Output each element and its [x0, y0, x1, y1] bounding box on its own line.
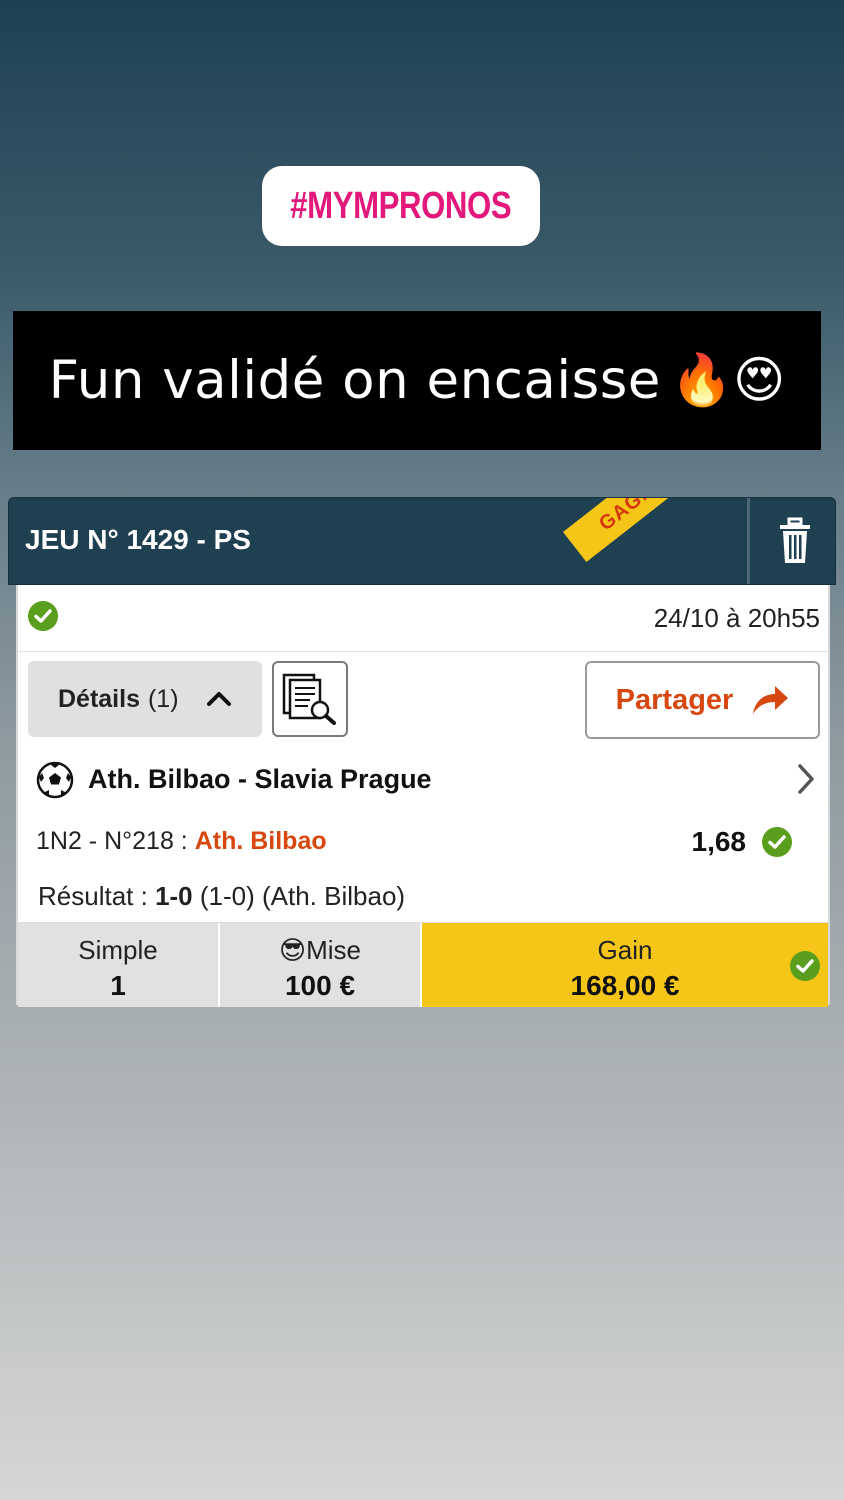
chevron-right-icon — [798, 764, 814, 794]
bet-market: 1N2 - N°218 : — [36, 827, 188, 855]
ticket-status-row: 24/10 à 20h55 — [18, 585, 828, 652]
ticket-body: 24/10 à 20h55 Détails (1) Partager Ath. … — [16, 585, 830, 1007]
caption-bar: Fun validé on encaisse 🔥😍 — [13, 311, 821, 450]
check-circle-icon — [790, 951, 820, 981]
summary-simple: Simple 1 — [18, 923, 220, 1007]
share-label: Partager — [615, 683, 734, 716]
share-button[interactable]: Partager — [585, 661, 820, 739]
caption-text: Fun validé on encaisse — [48, 350, 661, 411]
chevron-up-icon — [207, 692, 231, 706]
details-count: (1) — [147, 684, 179, 713]
bet-selection-row: 1N2 - N°218 : Ath. Bilbao 1,68 — [18, 817, 828, 867]
bet-label: 1N2 - N°218 : Ath. Bilbao — [36, 827, 327, 856]
result-detail: (1-0) (Ath. Bilbao) — [199, 881, 406, 911]
stake-label: 😎Mise — [220, 935, 420, 966]
result-label: Résultat : — [38, 881, 148, 911]
simple-value: 1 — [110, 970, 126, 1001]
check-circle-icon — [28, 601, 58, 631]
gain-value: 168,00 € — [570, 970, 680, 1001]
result-score: 1-0 — [155, 881, 193, 911]
soccer-ball-icon — [36, 761, 74, 799]
match-title: Ath. Bilbao - Slavia Prague — [88, 764, 432, 794]
match-row[interactable]: Ath. Bilbao - Slavia Prague — [18, 753, 828, 809]
bet-odds: 1,68 — [691, 826, 747, 857]
bet-pick: Ath. Bilbao — [194, 827, 327, 855]
ticket-header: JEU N° 1429 - PS GAGNANT — [8, 497, 836, 585]
ribbon-band — [563, 498, 751, 562]
ticket-summary: Simple 1 😎Mise 100 € Gain 168,00 € — [18, 922, 828, 1007]
hashtag-sticker: #MYMPRONOS — [262, 166, 540, 246]
summary-stake: 😎Mise 100 € — [220, 923, 422, 1007]
share-arrow-icon — [753, 686, 789, 714]
stake-label-text: Mise — [306, 935, 361, 965]
gain-label: Gain — [597, 935, 653, 965]
caption-emoji: 🔥😍 — [670, 352, 786, 408]
sunglasses-emoji: 😎 — [278, 935, 307, 965]
ticket-title: JEU N° 1429 - PS — [25, 524, 251, 555]
document-search-icon — [282, 673, 336, 725]
stake-value: 100 € — [284, 970, 356, 1001]
bet-ticket: JEU N° 1429 - PS GAGNANT 24/10 à 20h55 — [8, 497, 836, 1007]
details-label: Détails — [58, 684, 140, 713]
winner-ribbon: GAGNANT — [555, 498, 751, 584]
trash-icon — [780, 517, 810, 563]
hashtag-text: #MYMPRONOS — [290, 184, 512, 227]
details-toggle-button[interactable]: Détails (1) — [28, 661, 262, 737]
check-circle-icon — [762, 827, 792, 857]
delete-button[interactable] — [754, 498, 835, 584]
simple-label: Simple — [78, 935, 158, 965]
ticket-date: 24/10 à 20h55 — [653, 603, 820, 633]
header-divider — [747, 498, 750, 584]
summary-gain: Gain 168,00 € — [422, 923, 828, 1007]
result-row: Résultat : 1-0 (1-0) (Ath. Bilbao) — [38, 881, 405, 912]
copy-ticket-button[interactable] — [272, 661, 348, 737]
